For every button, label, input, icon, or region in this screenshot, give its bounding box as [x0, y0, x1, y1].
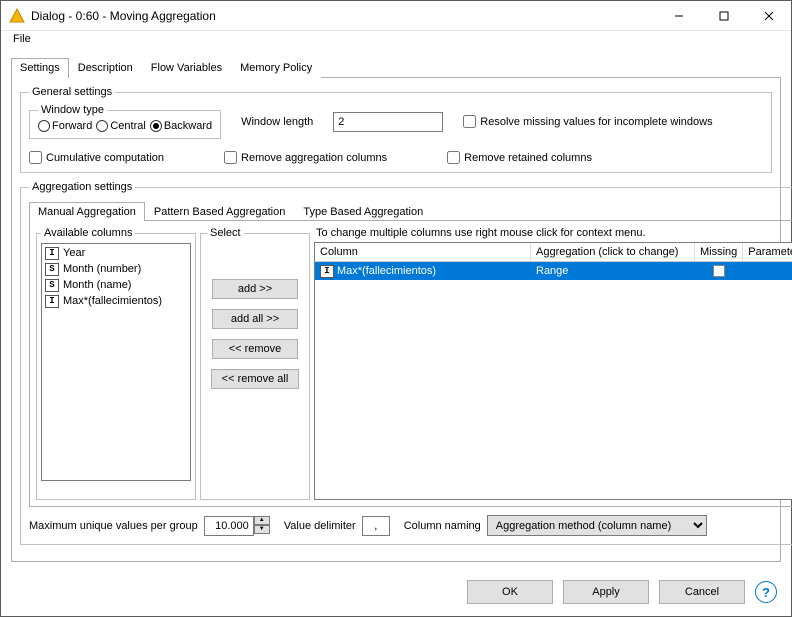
- tab-description[interactable]: Description: [69, 58, 142, 78]
- missing-checkbox[interactable]: [713, 265, 725, 277]
- spin-up-icon[interactable]: ▲: [254, 516, 270, 525]
- aggregation-body: Available columns IYearSMonth (number)SM…: [29, 220, 792, 507]
- add-button[interactable]: add >>: [212, 279, 298, 299]
- window-title: Dialog - 0:60 - Moving Aggregation: [31, 9, 656, 23]
- column-naming-select[interactable]: Aggregation method (column name): [487, 515, 707, 536]
- aggregation-options-row: Maximum unique values per group ▲ ▼ Valu…: [29, 507, 792, 536]
- dialog-footer: OK Apply Cancel ?: [1, 570, 791, 616]
- cell-missing[interactable]: [695, 264, 743, 278]
- cancel-button[interactable]: Cancel: [659, 580, 745, 604]
- list-item[interactable]: S Month (name): [43, 277, 189, 293]
- column-name: Year: [63, 247, 85, 259]
- max-unique-spinner[interactable]: ▲ ▼: [204, 516, 270, 536]
- aggregation-tabs: Manual Aggregation Pattern Based Aggrega…: [29, 201, 792, 220]
- help-icon[interactable]: ?: [755, 581, 777, 603]
- available-columns-group: Available columns IYearSMonth (number)SM…: [36, 227, 196, 500]
- content-area: Settings Description Flow Variables Memo…: [1, 51, 791, 570]
- value-delim-input[interactable]: [362, 516, 390, 536]
- dialog-window: Dialog - 0:60 - Moving Aggregation File …: [0, 0, 792, 617]
- select-buttons-group: Select add >> add all >> << remove << re…: [200, 227, 310, 500]
- general-legend: General settings: [29, 86, 115, 98]
- app-icon: [9, 8, 25, 24]
- general-settings-group: General settings Window type Forward Cen…: [20, 86, 772, 173]
- list-item[interactable]: S Month (number): [43, 261, 189, 277]
- spin-down-icon[interactable]: ▼: [254, 525, 270, 534]
- th-parameter[interactable]: Parameter: [743, 243, 792, 261]
- table-body: IMax*(fallecimientos)Range: [315, 262, 792, 280]
- th-aggregation[interactable]: Aggregation (click to change): [531, 243, 695, 261]
- tab-type-agg[interactable]: Type Based Aggregation: [294, 202, 432, 221]
- radio-backward[interactable]: Backward: [150, 120, 212, 132]
- cumulative-checkbox[interactable]: Cumulative computation: [29, 151, 164, 164]
- window-type-legend: Window type: [38, 104, 107, 116]
- remove-all-button[interactable]: << remove all: [211, 369, 300, 389]
- column-name: Max*(fallecimientos): [63, 295, 162, 307]
- type-icon: I: [45, 247, 59, 260]
- maximize-button[interactable]: [701, 1, 746, 30]
- table-header: Column Aggregation (click to change) Mis…: [315, 243, 792, 262]
- remove-button[interactable]: << remove: [212, 339, 298, 359]
- window-buttons: [656, 1, 791, 30]
- menu-bar: File: [1, 31, 791, 51]
- window-length-label: Window length: [241, 116, 313, 128]
- add-all-button[interactable]: add all >>: [212, 309, 298, 329]
- column-name: Month (number): [63, 263, 141, 275]
- list-item[interactable]: I Year: [43, 245, 189, 261]
- selected-columns-pane: To change multiple columns use right mou…: [314, 227, 792, 500]
- select-legend: Select: [207, 227, 244, 239]
- tab-memory-policy[interactable]: Memory Policy: [231, 58, 321, 78]
- column-naming-label: Column naming: [404, 520, 481, 532]
- available-legend: Available columns: [41, 227, 135, 239]
- radio-central[interactable]: Central: [96, 120, 145, 132]
- resolve-missing-checkbox[interactable]: Resolve missing values for incomplete wi…: [463, 115, 712, 128]
- menu-file[interactable]: File: [7, 31, 37, 47]
- tab-settings[interactable]: Settings: [11, 58, 69, 78]
- title-bar: Dialog - 0:60 - Moving Aggregation: [1, 1, 791, 31]
- context-hint: To change multiple columns use right mou…: [314, 227, 792, 242]
- cell-parameter: [743, 270, 792, 272]
- aggregation-legend: Aggregation settings: [29, 181, 135, 193]
- type-icon: S: [45, 279, 59, 292]
- max-unique-input[interactable]: [204, 516, 254, 536]
- remove-retained-checkbox[interactable]: Remove retained columns: [447, 151, 592, 164]
- value-delim-label: Value delimiter: [284, 520, 356, 532]
- tab-pattern-agg[interactable]: Pattern Based Aggregation: [145, 202, 294, 221]
- list-item[interactable]: I Max*(fallecimientos): [43, 293, 189, 309]
- max-unique-label: Maximum unique values per group: [29, 520, 198, 532]
- window-type-group: Window type Forward Central Backward: [29, 104, 221, 139]
- main-tabs: Settings Description Flow Variables Memo…: [11, 57, 781, 77]
- type-icon: I: [320, 265, 334, 278]
- ok-button[interactable]: OK: [467, 580, 553, 604]
- cell-aggregation[interactable]: Range: [531, 264, 695, 278]
- radio-forward[interactable]: Forward: [38, 120, 92, 132]
- available-columns-list[interactable]: I Year S Month (number) S Month (name) I Max*(f…: [41, 243, 191, 481]
- table-row[interactable]: IMax*(fallecimientos)Range: [315, 262, 792, 280]
- th-column[interactable]: Column: [315, 243, 531, 261]
- type-icon: S: [45, 263, 59, 276]
- aggregation-settings-group: Aggregation settings Manual Aggregation …: [20, 181, 792, 545]
- cell-column: IMax*(fallecimientos): [315, 264, 531, 279]
- close-button[interactable]: [746, 1, 791, 30]
- minimize-button[interactable]: [656, 1, 701, 30]
- th-missing[interactable]: Missing: [695, 243, 743, 261]
- remove-agg-checkbox[interactable]: Remove aggregation columns: [224, 151, 387, 164]
- spinner-buttons: ▲ ▼: [254, 516, 270, 536]
- apply-button[interactable]: Apply: [563, 580, 649, 604]
- tab-flow-variables[interactable]: Flow Variables: [142, 58, 231, 78]
- aggregation-table[interactable]: Column Aggregation (click to change) Mis…: [314, 242, 792, 500]
- type-icon: I: [45, 295, 59, 308]
- window-length-input[interactable]: [333, 112, 443, 132]
- settings-panel: General settings Window type Forward Cen…: [11, 77, 781, 562]
- tab-manual-agg[interactable]: Manual Aggregation: [29, 202, 145, 221]
- column-name: Month (name): [63, 279, 131, 291]
